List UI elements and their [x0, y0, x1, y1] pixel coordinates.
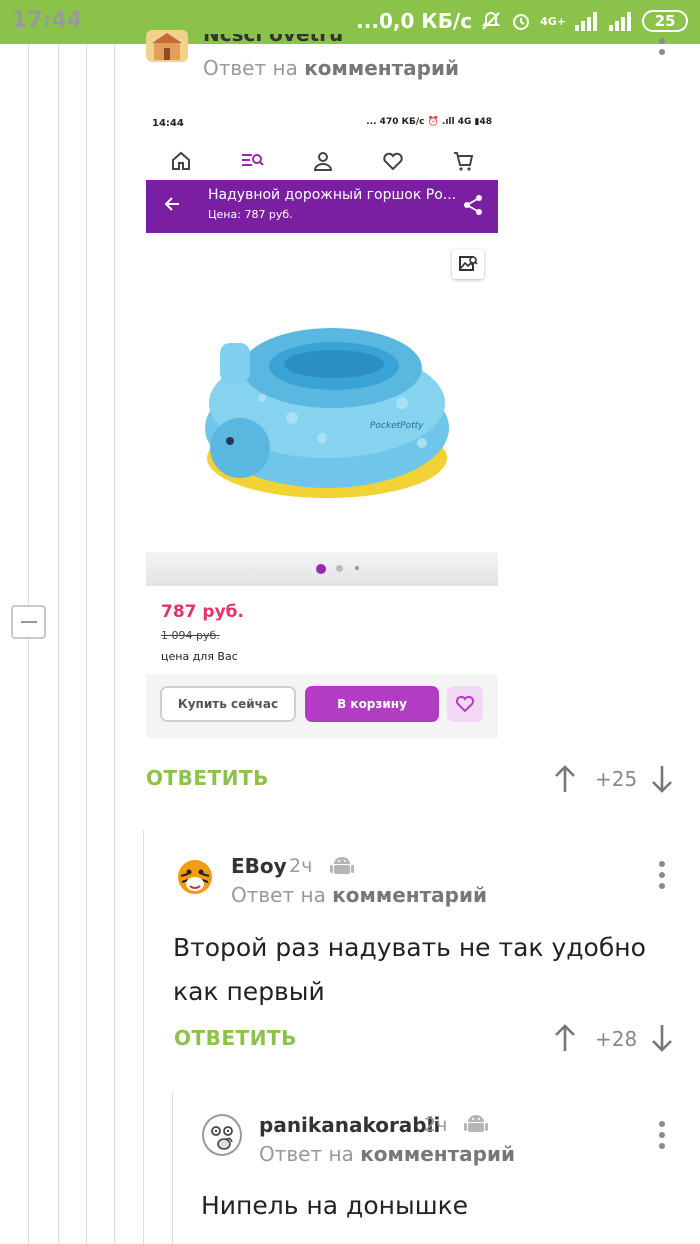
minus-icon — [20, 621, 37, 623]
status-bar: 17:44 ...0,0 КБ/с 4G+ 25 — [0, 0, 700, 44]
comment-text: Второй раз надувать не так удобно как пе… — [173, 926, 646, 1014]
collapse-thread-button[interactable] — [11, 605, 46, 639]
reply-prefix: Ответ на — [203, 56, 298, 80]
comment-score: +28 — [595, 1027, 638, 1051]
avatar[interactable] — [146, 30, 188, 62]
comment-image[interactable]: 14:44 ... 470 КБ/с ⏰ .ıll 4G ▮48 Надувно… — [146, 108, 498, 738]
image-nav-bar — [146, 141, 498, 181]
comment-text-line: как первый — [173, 977, 325, 1006]
back-arrow-icon — [164, 197, 179, 211]
image-product-title: Надувной дорожный горшок Ро... — [208, 187, 457, 203]
buy-now-button: Купить сейчас — [160, 686, 296, 722]
comment-author[interactable]: EBoy — [231, 854, 287, 878]
comment-time: 2ч — [289, 855, 313, 877]
thread-line — [28, 44, 29, 1244]
product-price: 787 руб. — [161, 602, 244, 622]
avatar[interactable] — [202, 1114, 242, 1156]
image-product-header: Надувной дорожный горшок Ро... Цена: 787… — [146, 180, 498, 233]
reply-meta: Ответ на комментарий — [203, 56, 459, 80]
network-type: 4G+ — [540, 14, 566, 28]
alarm-icon — [513, 14, 530, 30]
network-speed: ...0,0 КБ/с — [356, 9, 473, 33]
image-status-time: 14:44 — [152, 118, 184, 129]
battery-indicator: 25 — [642, 10, 688, 32]
comment-time: 2ч — [424, 1114, 448, 1136]
upvote-arrow-icon[interactable] — [553, 764, 577, 794]
heart-icon — [455, 695, 475, 713]
reply-parent-link[interactable]: комментарий — [332, 883, 487, 907]
reply-meta: Ответ на комментарий — [259, 1142, 515, 1166]
status-time: 17:44 — [12, 8, 83, 33]
comment-author[interactable]: panikanakorabli — [259, 1113, 440, 1137]
reply-button[interactable]: ОТВЕТИТЬ — [146, 766, 269, 790]
more-options-icon[interactable] — [659, 38, 665, 55]
reply-meta: Ответ на комментарий — [231, 883, 487, 907]
heart-icon — [383, 152, 403, 171]
status-icons: ...0,0 КБ/с 4G+ 25 — [356, 9, 688, 33]
upvote-arrow-icon[interactable] — [553, 1023, 577, 1053]
home-icon — [172, 151, 190, 170]
gallery-dot — [336, 565, 343, 572]
thread-line — [58, 44, 59, 1244]
reply-button[interactable]: ОТВЕТИТЬ — [174, 1026, 297, 1050]
image-status-bar: 14:44 ... 470 КБ/с ⏰ .ıll 4G ▮48 — [146, 108, 498, 136]
reply-prefix: Ответ на — [231, 883, 326, 907]
reply-parent-link[interactable]: комментарий — [360, 1142, 515, 1166]
product-old-price: 1 094 руб. — [161, 629, 220, 642]
user-icon — [313, 152, 333, 171]
image-search-icon — [452, 249, 484, 279]
comment-text-line: Нипель на донышке — [201, 1191, 469, 1220]
more-options-icon[interactable] — [659, 861, 665, 889]
image-action-bar: Купить сейчас В корзину — [146, 674, 498, 738]
more-options-icon[interactable] — [659, 1121, 665, 1149]
signal-icon-2 — [609, 12, 631, 31]
product-image: PocketPotty — [205, 328, 449, 498]
thread-line — [114, 44, 115, 1244]
downvote-arrow-icon[interactable] — [650, 1023, 674, 1053]
reply-prefix: Ответ на — [259, 1142, 354, 1166]
price-note: цена для Вас — [161, 650, 238, 663]
gallery-dot-active — [316, 564, 326, 574]
comment-text-line: Второй раз надувать не так удобно — [173, 933, 646, 962]
product-brand: PocketPotty — [370, 421, 424, 431]
share-icon — [464, 195, 482, 215]
cart-icon — [454, 152, 474, 171]
comment-score: +25 — [595, 767, 638, 791]
image-header-price: Цена: 787 руб. — [208, 208, 293, 221]
thread-line — [172, 1092, 173, 1244]
mute-icon — [481, 11, 501, 30]
thread-line — [86, 44, 87, 1244]
favorite-button — [447, 686, 483, 722]
avatar[interactable] — [176, 856, 214, 896]
comment-text: Нипель на донышке — [201, 1184, 468, 1228]
gallery-dot — [355, 566, 359, 570]
reply-parent-link[interactable]: комментарий — [304, 56, 459, 80]
android-icon — [330, 857, 354, 874]
signal-icon — [575, 12, 597, 31]
downvote-arrow-icon[interactable] — [650, 764, 674, 794]
android-icon — [464, 1115, 488, 1132]
add-to-cart-button: В корзину — [305, 686, 439, 722]
thread-line — [143, 830, 144, 1244]
image-status-right: ... 470 КБ/с ⏰ .ıll 4G ▮48 — [366, 117, 492, 127]
catalog-search-icon — [242, 154, 264, 166]
